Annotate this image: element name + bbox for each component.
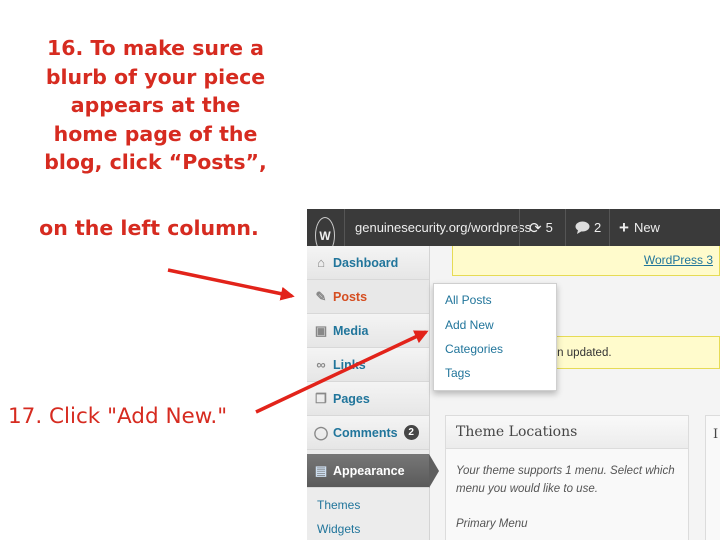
camera-icon: ▣: [314, 322, 328, 338]
comment-bubble-icon: [575, 221, 590, 234]
flyout-all-posts[interactable]: All Posts: [445, 293, 492, 307]
pushpin-icon: ✎: [315, 288, 327, 304]
instruction-line: appears at the: [70, 93, 241, 117]
primary-menu-label: Primary Menu: [456, 518, 528, 530]
sidebar-item-pages[interactable]: ❐ Pages: [307, 382, 429, 416]
site-name-link[interactable]: genuinesecurity.org/wordpress: [355, 209, 531, 246]
sidebar-item-links[interactable]: ∞ Links: [307, 348, 429, 382]
theme-locations-box: Theme Locations Your theme supports 1 me…: [445, 415, 689, 540]
comment-bubble-icon: ◯: [313, 424, 329, 440]
admin-bar: W genuinesecurity.org/wordpress ⟳ 5 2 + …: [307, 209, 720, 254]
admin-bar-divider: [344, 209, 345, 246]
flyout-tags[interactable]: Tags: [445, 366, 470, 380]
step-17-instruction: 17. Click "Add New.": [8, 404, 228, 429]
new-label: New: [633, 220, 660, 235]
theme-locations-header: Theme Locations: [446, 416, 688, 449]
sidebar-item-label: Media: [333, 323, 369, 338]
updates-button[interactable]: ⟳ 5: [529, 209, 553, 246]
plus-icon: +: [619, 217, 629, 237]
sidebar-item-label: Links: [333, 357, 366, 372]
submenu-themes[interactable]: Themes: [317, 498, 360, 512]
instruction-line: blog, click “Posts”,: [44, 150, 267, 174]
comments-button[interactable]: 2: [575, 209, 601, 246]
submenu-widgets[interactable]: Widgets: [317, 522, 360, 536]
step-16-instruction: 16. To make sure a blurb of your piece a…: [18, 34, 293, 177]
menu-editor-box: I: [705, 415, 720, 540]
comments-count: 2: [594, 220, 602, 235]
sidebar-item-label: Comments: [333, 425, 398, 440]
admin-bar-divider: [609, 209, 610, 246]
update-notice-link[interactable]: WordPress 3: [644, 253, 713, 267]
flyout-add-new[interactable]: Add New: [445, 318, 494, 332]
instruction-line: 16. To make sure a: [46, 36, 265, 60]
sidebar-item-posts[interactable]: ✎ Posts: [307, 280, 429, 314]
instruction-line: home page of the: [53, 121, 258, 146]
arrow-to-posts: [167, 268, 295, 301]
comments-count-badge: 2: [403, 425, 419, 440]
instruction-line: blurb of your piece: [45, 64, 266, 89]
admin-bar-divider: [519, 209, 520, 246]
updates-count: 5: [545, 220, 553, 235]
menu-editor-title-fragment: I: [713, 427, 719, 442]
posts-flyout-menu: All Posts Add New Categories Tags: [433, 283, 557, 391]
sidebar-item-appearance[interactable]: ▤ Appearance: [307, 454, 439, 488]
theme-locations-description: Your theme supports 1 menu. Select which…: [456, 465, 675, 495]
sidebar-item-comments[interactable]: ◯ Comments 2: [307, 416, 429, 450]
flyout-categories[interactable]: Categories: [445, 342, 503, 356]
sidebar-item-label: Dashboard: [333, 255, 399, 270]
chain-link-icon: ∞: [316, 357, 326, 372]
admin-sidebar: ⌂ Dashboard ✎ Posts ▣ Media ∞ Links ❐ Pa…: [307, 246, 439, 540]
sidebar-item-media[interactable]: ▣ Media: [307, 314, 429, 348]
update-notice: WordPress 3: [452, 246, 720, 276]
refresh-icon: ⟳: [529, 219, 542, 237]
pages-icon: ❐: [315, 390, 327, 406]
theme-locations-title: Theme Locations: [456, 424, 578, 440]
sidebar-item-dashboard[interactable]: ⌂ Dashboard: [307, 246, 429, 280]
sidebar-item-label: Pages: [333, 391, 370, 406]
admin-bar-divider: [565, 209, 566, 246]
appearance-icon: ▤: [314, 462, 328, 478]
wordpress-admin-screenshot: W genuinesecurity.org/wordpress ⟳ 5 2 + …: [307, 209, 720, 540]
new-content-button[interactable]: + New: [619, 209, 660, 246]
step-16-instruction-last-line: on the left column.: [39, 216, 259, 240]
sidebar-item-label: Posts: [333, 289, 368, 304]
sidebar-item-label: Appearance: [333, 463, 405, 478]
home-icon: ⌂: [317, 255, 325, 270]
